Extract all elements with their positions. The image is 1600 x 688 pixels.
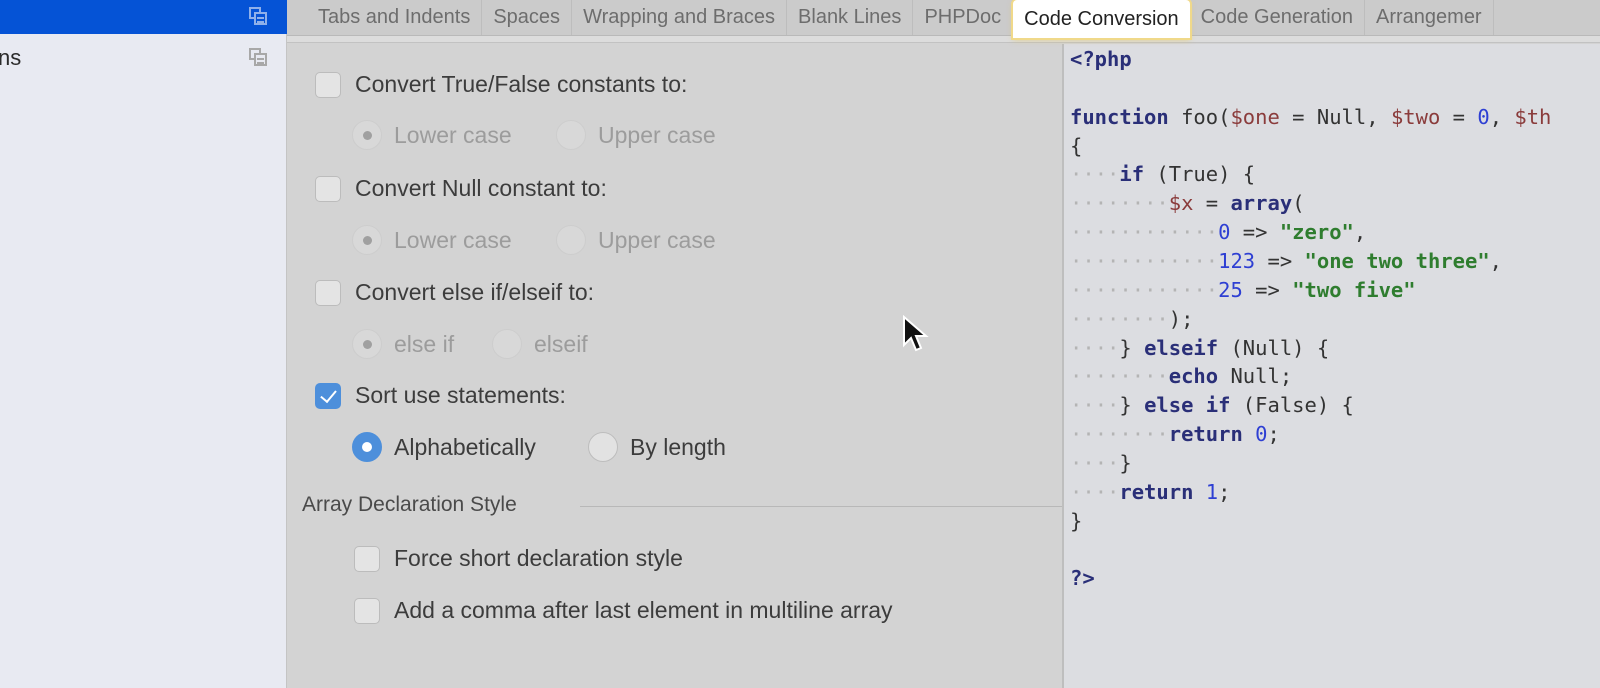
- sidebar-item-selected[interactable]: [0, 0, 287, 34]
- true-false-lower-case-label: Lower case: [394, 121, 512, 148]
- code-line: ············25 => "two five": [1070, 277, 1416, 302]
- code-line: <?php: [1070, 47, 1132, 71]
- else-if-label: else if: [394, 330, 455, 357]
- code-line: }: [1070, 508, 1083, 533]
- code-line: function foo($one = Null, $two = 0, $th: [1070, 104, 1552, 129]
- null-lower-case-radio[interactable]: [352, 225, 382, 255]
- true-false-upper-case-option[interactable]: Upper case: [556, 120, 716, 150]
- code-line: ········$x = array(: [1070, 191, 1305, 216]
- tab-code-conversion[interactable]: Code Conversion: [1013, 0, 1190, 38]
- code-line: ····} else if (False) {: [1070, 393, 1354, 418]
- null-upper-case-radio[interactable]: [556, 225, 586, 255]
- tab-tabs-and-indents[interactable]: Tabs and Indents: [307, 0, 483, 35]
- null-lower-case-option[interactable]: Lower case: [352, 225, 512, 255]
- sort-use-checkbox[interactable]: [315, 382, 341, 409]
- tab-bar: Tabs and Indents Spaces Wrapping and Bra…: [287, 0, 1600, 38]
- force-short-label: Force short declaration style: [394, 545, 683, 571]
- sort-use-option[interactable]: Sort use statements:: [315, 382, 566, 409]
- sort-use-label: Sort use statements:: [355, 382, 566, 408]
- tab-arrangement[interactable]: Arrangemer: [1365, 0, 1494, 35]
- copy-icon: [249, 7, 267, 25]
- null-lower-case-label: Lower case: [394, 226, 512, 253]
- alphabetically-option[interactable]: Alphabetically: [352, 432, 536, 462]
- alphabetically-label: Alphabetically: [394, 433, 536, 460]
- convert-true-false-option[interactable]: Convert True/False constants to:: [315, 71, 687, 98]
- tab-blank-lines[interactable]: Blank Lines: [787, 0, 914, 35]
- array-declaration-style-title: Array Declaration Style: [302, 493, 517, 516]
- code-line: ········return 0;: [1070, 422, 1280, 447]
- trailing-comma-checkbox[interactable]: [354, 597, 380, 624]
- elseif-label: elseif: [534, 330, 588, 357]
- convert-null-option[interactable]: Convert Null constant to:: [315, 175, 607, 202]
- force-short-checkbox[interactable]: [354, 545, 380, 572]
- force-short-option[interactable]: Force short declaration style: [354, 545, 683, 572]
- true-false-upper-case-label: Upper case: [598, 121, 716, 148]
- convert-else-if-checkbox[interactable]: [315, 279, 341, 306]
- null-upper-case-option[interactable]: Upper case: [556, 225, 716, 255]
- elseif-option[interactable]: elseif: [492, 329, 588, 359]
- tab-phpdoc[interactable]: PHPDoc: [913, 0, 1014, 35]
- by-length-label: By length: [630, 433, 726, 460]
- code-line: ········);: [1070, 306, 1194, 331]
- code-line: ?>: [1070, 566, 1095, 591]
- true-false-lower-case-radio[interactable]: [352, 120, 382, 150]
- copy-icon: [249, 48, 267, 66]
- convert-null-checkbox[interactable]: [315, 175, 341, 202]
- convert-true-false-checkbox[interactable]: [315, 71, 341, 98]
- tab-separator: [287, 36, 1600, 43]
- code-line: ····if (True) {: [1070, 162, 1256, 187]
- settings-sidebar: ns: [0, 0, 287, 688]
- code-line: ············123 => "one two three",: [1070, 248, 1503, 273]
- by-length-radio[interactable]: [588, 432, 618, 462]
- convert-true-false-label: Convert True/False constants to:: [355, 71, 688, 97]
- convert-else-if-option[interactable]: Convert else if/elseif to:: [315, 279, 594, 306]
- sidebar-item[interactable]: ns: [0, 40, 287, 76]
- true-false-lower-case-option[interactable]: Lower case: [352, 120, 512, 150]
- code-line: ····}: [1070, 450, 1132, 475]
- true-false-upper-case-radio[interactable]: [556, 120, 586, 150]
- trailing-comma-option[interactable]: Add a comma after last element in multil…: [354, 597, 893, 624]
- options-panel: Convert True/False constants to: Lower c…: [288, 44, 1305, 688]
- tab-spaces[interactable]: Spaces: [482, 0, 573, 35]
- code-preview[interactable]: <?php function foo($one = Null, $two = 0,…: [1062, 44, 1600, 688]
- code-line: ············0 => "zero",: [1070, 220, 1367, 245]
- sidebar-item-label: ns: [0, 45, 22, 70]
- convert-null-label: Convert Null constant to:: [355, 175, 607, 201]
- mouse-cursor-icon: [903, 315, 929, 352]
- trailing-comma-label: Add a comma after last element in multil…: [394, 597, 893, 623]
- code-line: ····return 1;: [1070, 479, 1231, 504]
- elseif-radio[interactable]: [492, 329, 522, 359]
- tab-code-generation[interactable]: Code Generation: [1190, 0, 1365, 35]
- code-style-settings: ns Tabs and Indents Spaces Wrapping and …: [0, 0, 1600, 688]
- code-line: ········echo Null;: [1070, 364, 1293, 389]
- else-if-option[interactable]: else if: [352, 329, 454, 359]
- convert-else-if-label: Convert else if/elseif to:: [355, 279, 595, 305]
- else-if-radio[interactable]: [352, 329, 382, 359]
- code-line: {: [1070, 133, 1083, 158]
- null-upper-case-label: Upper case: [598, 226, 716, 253]
- alphabetically-radio[interactable]: [352, 432, 382, 462]
- code-line: ····} elseif (Null) {: [1070, 335, 1330, 360]
- by-length-option[interactable]: By length: [588, 432, 726, 462]
- tab-wrapping-and-braces[interactable]: Wrapping and Braces: [572, 0, 788, 35]
